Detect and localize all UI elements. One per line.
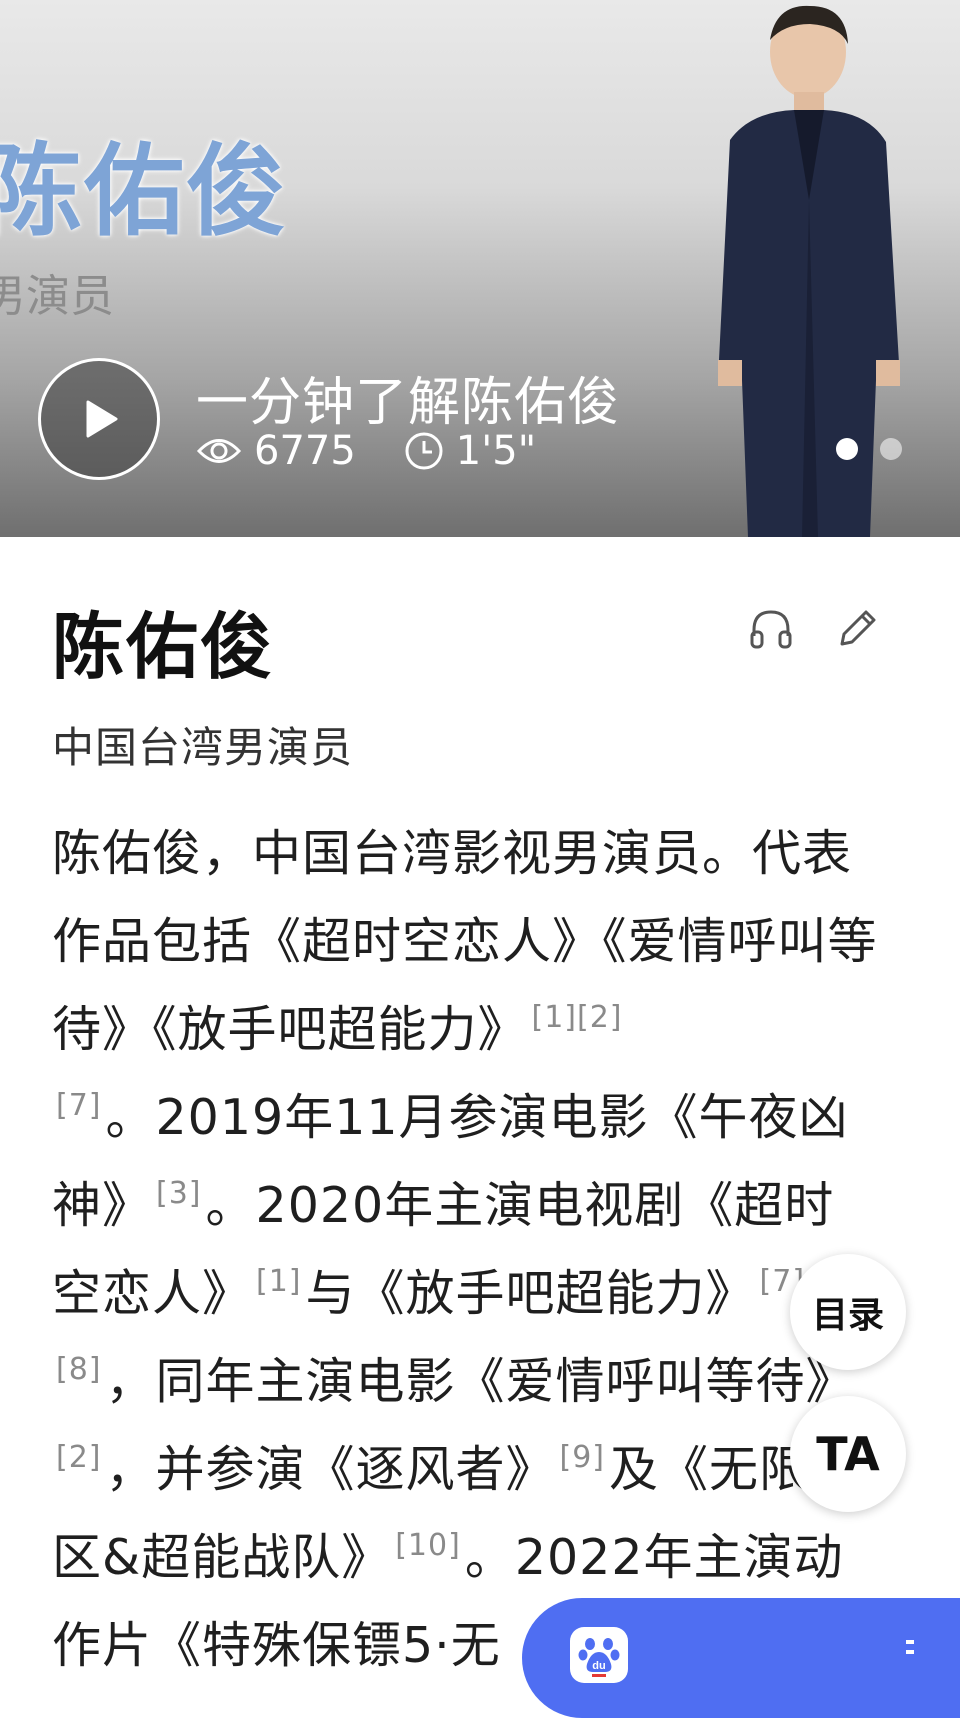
listen-button[interactable]	[748, 606, 794, 656]
reference-link[interactable]: [1][2]	[532, 1000, 623, 1035]
page-title: 陈佑俊	[52, 605, 275, 689]
summary-text: 与《放手吧超能力》	[305, 1265, 756, 1322]
reference-link[interactable]: [8]	[56, 1352, 102, 1387]
bar-mark	[906, 1640, 914, 1644]
view-count: 6775	[254, 428, 356, 474]
reference-link[interactable]: [10]	[395, 1528, 461, 1563]
reference-link[interactable]: [9]	[560, 1440, 606, 1475]
baidu-paw-icon: du	[578, 1638, 620, 1677]
baidu-logo[interactable]: du	[570, 1627, 628, 1683]
toc-button[interactable]: 目录	[790, 1254, 906, 1370]
reference-link[interactable]: [1]	[256, 1264, 302, 1299]
reference-link[interactable]: [3]	[156, 1176, 202, 1211]
reference-link[interactable]: [2]	[56, 1440, 102, 1475]
clock-icon	[404, 431, 444, 471]
summary-text: ，并参演《逐风者》	[105, 1441, 556, 1498]
edit-button[interactable]	[834, 606, 880, 656]
eye-icon	[196, 434, 242, 468]
svg-text:du: du	[592, 1660, 605, 1672]
reference-link[interactable]: [7]	[56, 1088, 102, 1123]
title-actions	[748, 606, 880, 656]
carousel-indicator[interactable]	[836, 438, 902, 460]
video-duration: 1'5"	[455, 428, 537, 474]
bar-mark	[906, 1650, 914, 1654]
carousel-dot[interactable]	[880, 438, 902, 460]
banner-overlay-name: 陈佑俊	[0, 133, 288, 250]
video-meta: 6775 1'5"	[196, 428, 536, 474]
page-subtitle: 中国台湾男演员	[52, 723, 354, 772]
summary-paragraph: 陈佑俊，中国台湾影视男演员。代表作品包括《超时空恋人》《爱情呼叫等待》《放手吧超…	[52, 810, 882, 1690]
play-icon	[86, 400, 118, 438]
pencil-icon	[840, 610, 876, 646]
play-button[interactable]	[38, 358, 160, 480]
summary-text: ，同年主演电影《爱情呼叫等待》	[105, 1353, 856, 1410]
carousel-dot-active[interactable]	[836, 438, 858, 460]
font-size-button[interactable]: TA	[790, 1396, 906, 1512]
summary-text: 陈佑俊，中国台湾影视男演员。代表作品包括《超时空恋人》《爱情呼叫等待》《放手吧超…	[52, 825, 878, 1058]
headphones-icon	[750, 610, 792, 649]
video-title: 一分钟了解陈佑俊	[196, 373, 621, 433]
video-banner[interactable]: 陈佑俊 男演员 一分钟了解陈佑俊 6775 1'5"	[0, 0, 960, 537]
banner-overlay-subtitle: 男演员	[0, 271, 114, 322]
